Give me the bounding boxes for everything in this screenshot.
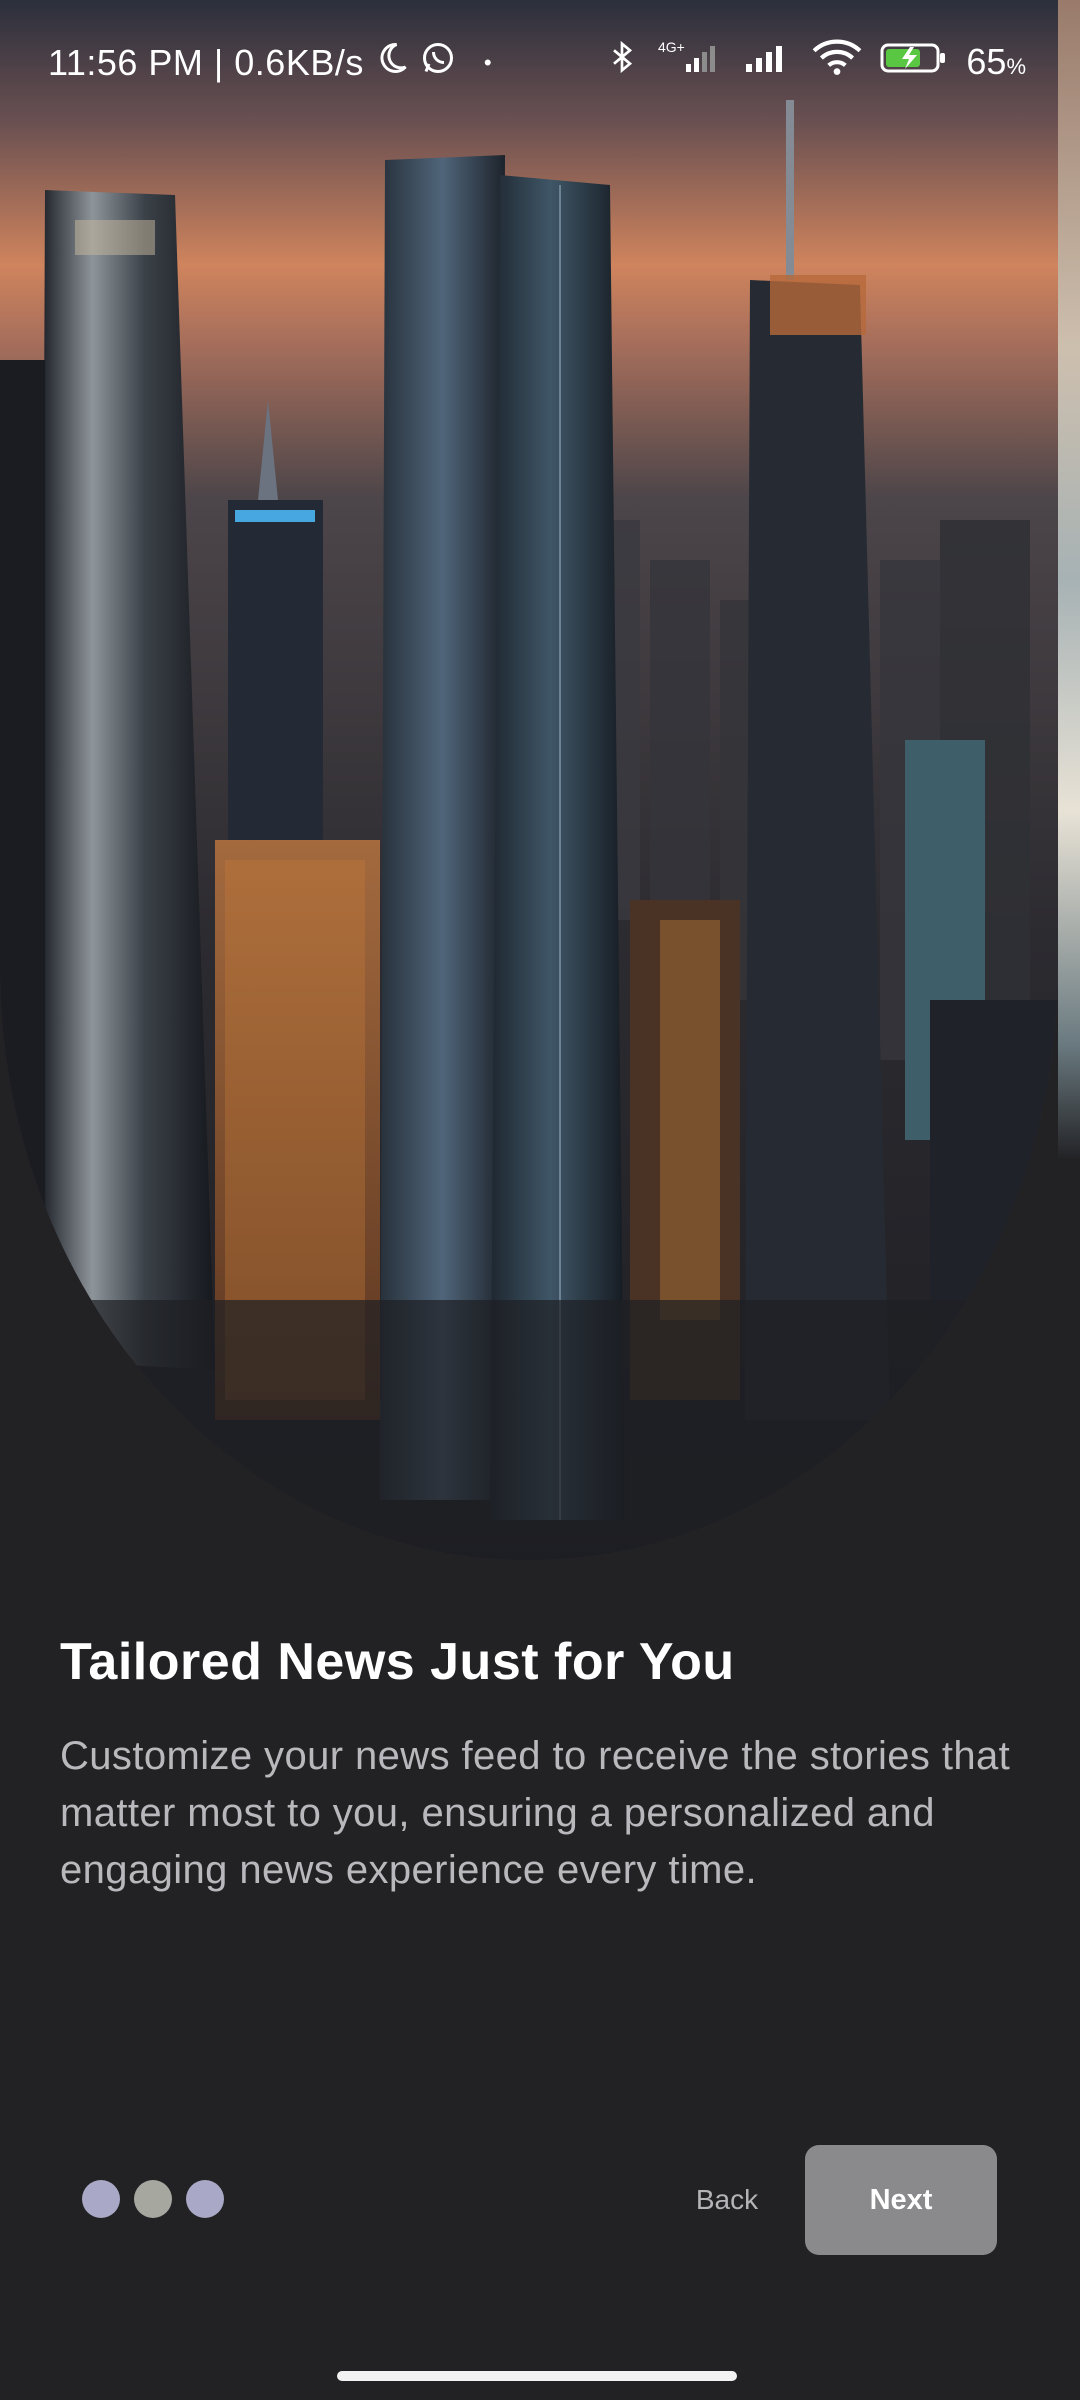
home-indicator[interactable] xyxy=(337,2371,737,2381)
onboarding-screen: 11:56 PM | 0.6KB/s • 4G+ 65% Tailored Ne… xyxy=(0,0,1080,2400)
battery-percentage: 65% xyxy=(966,41,1026,83)
battery-value: 65 xyxy=(966,40,1007,82)
bluetooth-icon xyxy=(606,38,638,85)
status-bar: 11:56 PM | 0.6KB/s • 4G+ 65% xyxy=(0,0,1080,120)
whatsapp-icon xyxy=(420,40,456,85)
next-slide-image-peek xyxy=(1058,0,1080,1160)
signal-icon xyxy=(744,38,794,85)
signal-4g-icon: 4G+ xyxy=(656,38,726,85)
onboarding-title: Tailored News Just for You xyxy=(60,1633,735,1691)
back-button[interactable]: Back xyxy=(672,2170,782,2230)
page-dot-2[interactable] xyxy=(134,2180,172,2218)
network-label: 4G+ xyxy=(658,39,685,55)
battery-unit: % xyxy=(1006,53,1026,79)
wifi-icon xyxy=(812,38,862,85)
status-left: 11:56 PM | 0.6KB/s • xyxy=(48,40,492,85)
page-dot-1[interactable] xyxy=(82,2180,120,2218)
page-dot-3[interactable] xyxy=(186,2180,224,2218)
status-right: 4G+ 65% xyxy=(606,38,1026,85)
page-indicator xyxy=(82,2180,224,2218)
moon-icon xyxy=(374,40,410,85)
next-button[interactable]: Next xyxy=(805,2145,997,2255)
hero-image xyxy=(0,0,1058,1560)
status-dot: • xyxy=(483,49,492,75)
onboarding-description: Customize your news feed to receive the … xyxy=(60,1734,1011,1892)
city-skyline-illustration xyxy=(0,0,1058,1560)
status-time-speed: 11:56 PM | 0.6KB/s xyxy=(48,41,364,83)
battery-charging-icon xyxy=(880,39,948,84)
